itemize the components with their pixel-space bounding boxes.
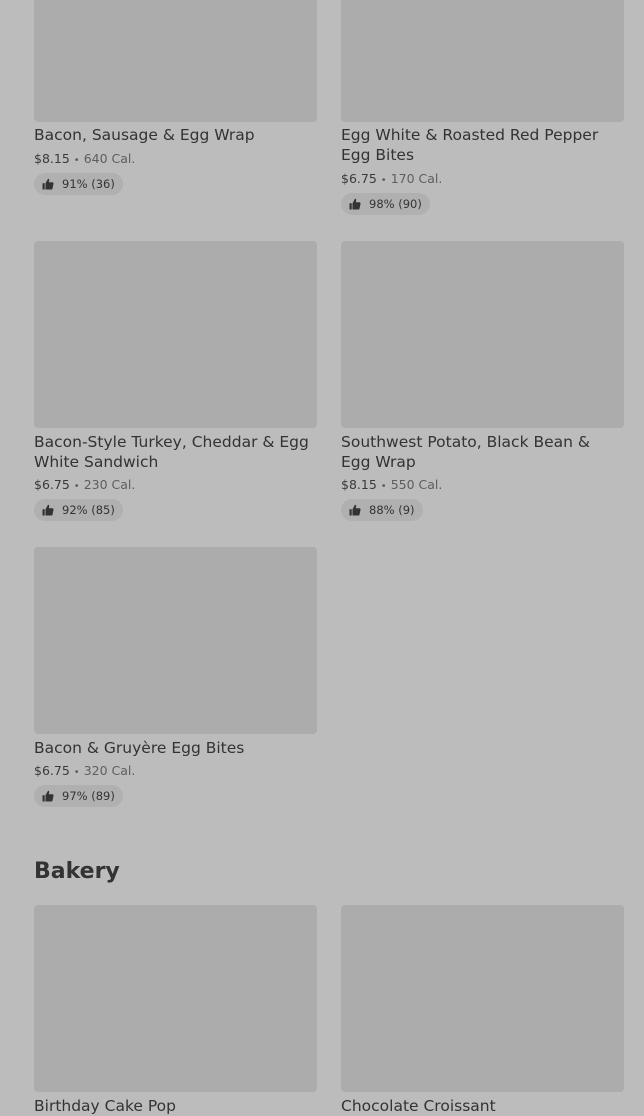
menu-item-price: $6.75 [341,171,377,186]
menu-item-calories: 170 Cal. [390,171,443,186]
menu-item-name: Chocolate Croissant [341,1097,496,1115]
menu-item-image[interactable] [34,547,317,734]
menu-item-price: $6.75 [34,763,70,778]
menu-item-image[interactable] [34,0,317,122]
thumbs-up-icon [349,504,361,516]
menu-item-meta: $8.15 • 640 Cal. [34,151,135,169]
rating-text: 97% (89) [62,789,115,803]
menu-item-image[interactable] [34,241,317,428]
menu-item-calories: 550 Cal. [390,477,443,492]
meta-separator: • [73,767,80,778]
menu-item-image[interactable] [341,905,624,1092]
menu-item-calories: 230 Cal. [83,477,136,492]
rating-badge: 97% (89) [34,785,123,807]
thumbs-up-icon [349,198,361,210]
meta-separator: • [73,481,80,492]
menu-item-name: Bacon & Gruyère Egg Bites [34,739,245,757]
rating-badge: 98% (90) [341,193,430,215]
rating-text: 92% (85) [62,503,115,517]
thumbs-up-icon [42,504,54,516]
menu-item-meta: $6.75 • 170 Cal. [341,171,442,189]
menu-item-meta: $6.75 • 320 Cal. [34,763,135,781]
rating-text: 88% (9) [369,503,415,517]
menu-item-name: Egg White & Roasted Red Pepper Egg Bites [341,126,599,164]
menu-item-name: Bacon-Style Turkey, Cheddar & Egg White … [34,433,309,471]
menu-item-calories: 640 Cal. [83,151,136,166]
menu-item-price: $6.75 [34,477,70,492]
menu-item-name: Southwest Potato, Black Bean & Egg Wrap [341,433,590,471]
thumbs-up-icon [42,178,54,190]
meta-separator: • [380,481,387,492]
thumbs-up-icon [42,790,54,802]
meta-separator: • [380,175,387,186]
menu-item-meta: $8.15 • 550 Cal. [341,477,442,495]
rating-badge: 92% (85) [34,499,123,521]
menu-item-image[interactable] [341,241,624,428]
rating-badge: 88% (9) [341,499,423,521]
menu-item-image[interactable] [34,905,317,1092]
rating-text: 91% (36) [62,177,115,191]
rating-badge: 91% (36) [34,173,123,195]
rating-text: 98% (90) [369,197,422,211]
menu-item-price: $8.15 [34,151,70,166]
menu-item-image[interactable] [341,0,624,122]
menu-item-name: Bacon, Sausage & Egg Wrap [34,126,255,144]
menu-item-price: $8.15 [341,477,377,492]
menu-item-calories: 320 Cal. [83,763,136,778]
section-title-bakery: Bakery [34,859,120,884]
menu-item-name: Birthday Cake Pop [34,1097,176,1115]
menu-item-meta: $6.75 • 230 Cal. [34,477,135,495]
meta-separator: • [73,155,80,166]
